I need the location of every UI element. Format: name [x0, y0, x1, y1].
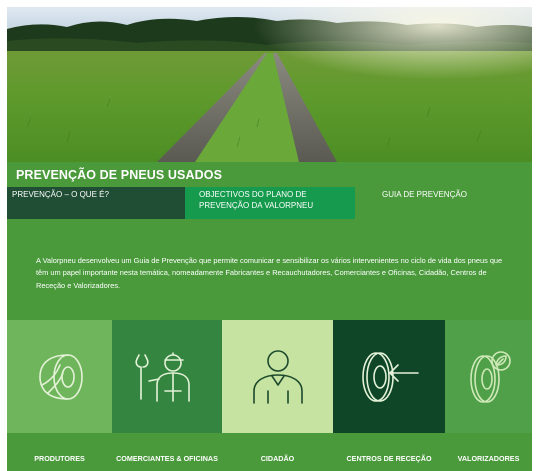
tire-arrow-icon	[362, 351, 419, 402]
hero-image	[7, 7, 532, 162]
label-comerciantes-oficinas[interactable]: COMERCIANTES & OFICINAS	[112, 454, 222, 463]
tile-produtores[interactable]	[7, 320, 112, 433]
category-tiles	[7, 320, 532, 433]
green-field-road-photo	[7, 7, 532, 162]
intro-text: A Valorpneu desenvolveu um Guia de Preve…	[36, 256, 503, 290]
tile-valorizadores[interactable]	[445, 320, 532, 433]
category-labels: PRODUTORES COMERCIANTES & OFICINAS CIDAD…	[7, 454, 532, 470]
label-produtores[interactable]: PRODUTORES	[7, 454, 112, 463]
tire-icon	[38, 353, 83, 400]
page-frame: PREVENÇÃO DE PNEUS USADOS PREVENÇÃO – O …	[7, 7, 532, 471]
tab-guia-prevencao[interactable]: GUIA DE PREVENÇÃO	[355, 187, 532, 219]
label-centros-recepcao[interactable]: CENTROS DE RECEÇÃO	[333, 454, 445, 463]
page-title: PREVENÇÃO DE PNEUS USADOS	[16, 168, 223, 182]
tile-comerciantes-oficinas[interactable]	[112, 320, 222, 433]
tab-prevencao-o-que-e[interactable]: PREVENÇÃO – O QUE É?	[7, 187, 185, 219]
label-valorizadores[interactable]: VALORIZADORES	[445, 454, 532, 463]
tile-cidadao[interactable]	[222, 320, 333, 433]
tile-centros-recepcao[interactable]	[333, 320, 445, 433]
mechanic-icon	[135, 351, 190, 402]
tire-leaf-icon	[469, 350, 511, 403]
tab-objectivos-plano[interactable]: OBJECTIVOS DO PLANO DE PREVENÇÃO DA VALO…	[185, 187, 355, 219]
citizen-icon	[252, 349, 303, 404]
label-cidadao[interactable]: CIDADÃO	[222, 454, 333, 463]
tab-bar: PREVENÇÃO – O QUE É? OBJECTIVOS DO PLANO…	[7, 187, 532, 219]
